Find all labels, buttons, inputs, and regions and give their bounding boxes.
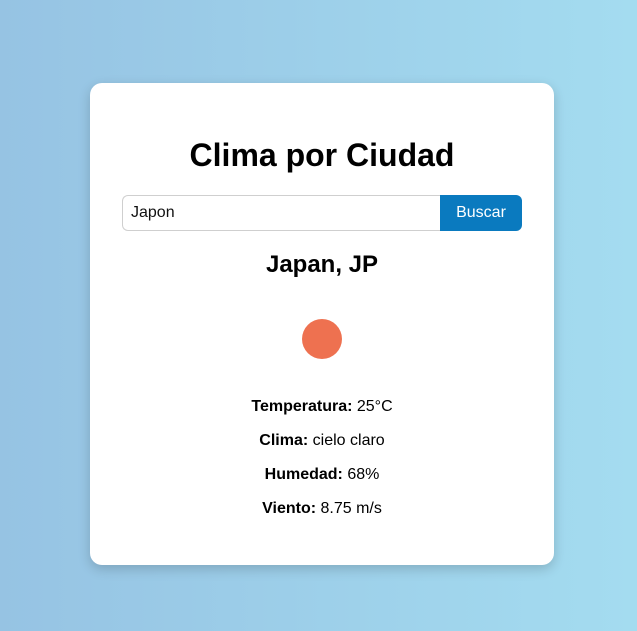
wind-label: Viento: bbox=[262, 500, 317, 517]
temperature-label: Temperatura: bbox=[251, 398, 353, 415]
sun-icon bbox=[302, 319, 342, 359]
wind-line: Viento: 8.75 m/s bbox=[90, 499, 554, 519]
wind-value: 8.75 m/s bbox=[320, 500, 382, 517]
humidity-line: Humedad: 68% bbox=[90, 465, 554, 485]
weather-label: Clima: bbox=[259, 432, 309, 449]
weather-card: Clima por Ciudad Buscar Japan, JP Temper… bbox=[90, 83, 554, 565]
temperature-value: 25°C bbox=[356, 398, 393, 415]
temperature-line: Temperatura: 25°C bbox=[90, 397, 554, 417]
city-search-input[interactable] bbox=[122, 195, 440, 231]
humidity-label: Humedad: bbox=[264, 466, 343, 483]
weather-line: Clima: cielo claro bbox=[90, 431, 554, 451]
weather-value: cielo claro bbox=[312, 432, 385, 449]
search-button[interactable]: Buscar bbox=[440, 195, 522, 231]
search-bar: Buscar bbox=[122, 195, 522, 231]
humidity-value: 68% bbox=[347, 466, 380, 483]
city-name: Japan, JP bbox=[265, 251, 379, 278]
page-title: Clima por Ciudad bbox=[189, 137, 455, 173]
